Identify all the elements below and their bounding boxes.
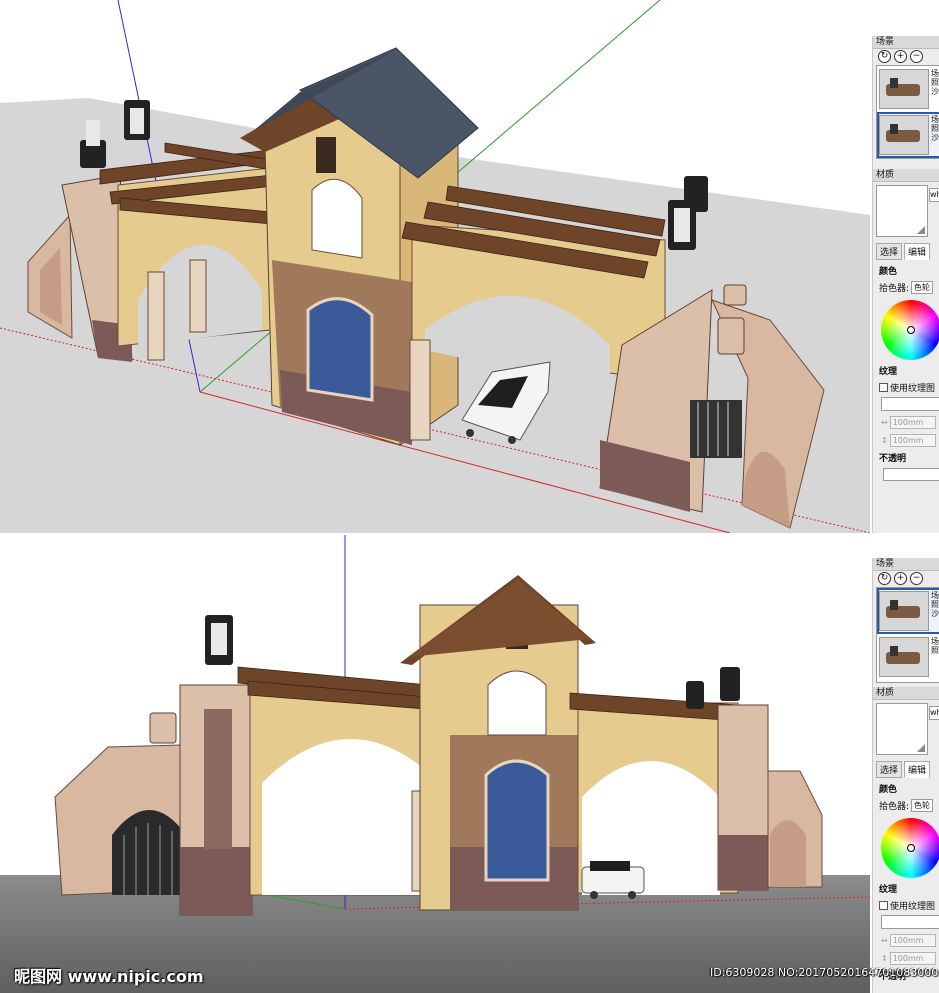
color-wheel[interactable] bbox=[881, 818, 939, 878]
picker-label: 拾色器: bbox=[879, 802, 910, 812]
image-id-watermark: ID:6309028 NO:20170520164701083000 bbox=[710, 966, 939, 979]
texture-height-input[interactable]: 100mm bbox=[889, 952, 936, 965]
texture-height-row: ↕ 100mm bbox=[881, 434, 939, 447]
scene-toolbar: ↻ + − bbox=[873, 49, 939, 63]
tab-select[interactable]: 选择 bbox=[876, 243, 903, 260]
scene-item-sub: 照 bbox=[931, 600, 939, 609]
scene-item-sub: 沙 bbox=[931, 609, 939, 618]
scene-item-label: 场 bbox=[931, 69, 939, 78]
scene-thumbnail bbox=[879, 115, 929, 155]
texture-height-input[interactable]: 100mm bbox=[889, 434, 936, 447]
scene-item[interactable]: 场照沙 bbox=[877, 66, 939, 112]
model-render-bottom bbox=[0, 535, 870, 993]
material-name-input[interactable]: wh bbox=[929, 706, 939, 720]
scene-thumbnail bbox=[879, 637, 929, 677]
texture-width-input[interactable]: 100mm bbox=[889, 416, 936, 429]
remove-scene-icon[interactable]: − bbox=[910, 49, 923, 63]
picker-row: 拾色器: 色轮 bbox=[879, 281, 939, 294]
scene-panel-title: 场景 bbox=[873, 36, 939, 49]
material-swatch[interactable] bbox=[876, 703, 928, 755]
scene-panel-title: 场景 bbox=[873, 558, 939, 571]
width-arrow-icon: ↔ bbox=[881, 418, 888, 427]
texture-width-row: ↔ 100mm bbox=[881, 416, 939, 429]
texture-label: 纹理 bbox=[879, 367, 898, 377]
scene-list: 场照沙 场照 bbox=[876, 587, 939, 683]
scene-thumbnail bbox=[879, 69, 929, 109]
add-scene-icon[interactable]: + bbox=[894, 571, 907, 585]
height-arrow-icon: ↕ bbox=[881, 954, 888, 963]
color-wheel[interactable] bbox=[881, 300, 939, 360]
scene-toolbar: ↻ + − bbox=[873, 571, 939, 585]
color-label: 颜色 bbox=[879, 785, 898, 795]
texture-width-row: ↔ 100mm bbox=[881, 934, 939, 947]
texture-height-row: ↕ 100mm bbox=[881, 952, 939, 965]
scene-item-sub: 照 bbox=[931, 78, 939, 87]
tab-edit[interactable]: 编辑 bbox=[904, 761, 931, 778]
scene-item-selected[interactable]: 场照沙 bbox=[877, 112, 939, 158]
scene-item-selected[interactable]: 场照沙 bbox=[877, 588, 939, 634]
material-panel-title: 材质 bbox=[873, 169, 939, 182]
opacity-slider[interactable] bbox=[883, 468, 939, 481]
material-name-input[interactable]: wh bbox=[929, 188, 939, 202]
remove-scene-icon[interactable]: − bbox=[910, 571, 923, 585]
width-arrow-icon: ↔ bbox=[881, 936, 888, 945]
scene-thumbnail bbox=[879, 591, 929, 631]
scene-item[interactable]: 场照 bbox=[877, 634, 939, 680]
use-texture-checkbox[interactable] bbox=[879, 383, 888, 392]
scene-item-label: 场 bbox=[931, 115, 939, 124]
car-bottom bbox=[581, 861, 645, 899]
scene-item-label: 场 bbox=[931, 637, 939, 646]
material-tabs: 选择 编辑 bbox=[876, 761, 939, 778]
texture-width-input[interactable]: 100mm bbox=[889, 934, 936, 947]
picker-row: 拾色器: 色轮 bbox=[879, 799, 939, 812]
height-arrow-icon: ↕ bbox=[881, 436, 888, 445]
use-texture-row[interactable]: 使用纹理图 bbox=[879, 899, 939, 912]
tab-select[interactable]: 选择 bbox=[876, 761, 903, 778]
scene-item-sub: 沙 bbox=[931, 133, 939, 142]
texture-label: 纹理 bbox=[879, 885, 898, 895]
scene-item-sub: 照 bbox=[931, 646, 939, 655]
material-panel-title: 材质 bbox=[873, 687, 939, 700]
tab-edit[interactable]: 编辑 bbox=[904, 243, 931, 260]
scene-item-sub: 照 bbox=[931, 124, 939, 133]
material-swatch[interactable] bbox=[876, 185, 928, 237]
use-texture-row[interactable]: 使用纹理图 bbox=[879, 381, 939, 394]
site-watermark: 昵图网 www.nipic.com bbox=[14, 967, 204, 986]
use-texture-checkbox[interactable] bbox=[879, 901, 888, 910]
scene-item-sub: 沙 bbox=[931, 87, 939, 96]
material-tabs: 选择 编辑 bbox=[876, 243, 939, 260]
texture-path-input[interactable] bbox=[881, 397, 939, 411]
side-panel-top: 场景 ↻ + − 场照沙 场照沙 材质 wh 选择 编辑 颜色 拾色器: 色轮 … bbox=[872, 36, 939, 533]
refresh-scene-icon[interactable]: ↻ bbox=[878, 571, 891, 585]
scene-item-label: 场 bbox=[931, 591, 939, 600]
opacity-label: 不透明 bbox=[879, 454, 907, 464]
texture-path-input[interactable] bbox=[881, 915, 939, 929]
add-scene-icon[interactable]: + bbox=[894, 49, 907, 63]
model-render-top bbox=[0, 0, 870, 533]
picker-select[interactable]: 色轮 bbox=[911, 281, 934, 294]
color-label: 颜色 bbox=[879, 267, 898, 277]
use-texture-label: 使用纹理图 bbox=[890, 902, 936, 912]
scene-list: 场照沙 场照沙 bbox=[876, 65, 939, 159]
picker-select[interactable]: 色轮 bbox=[911, 799, 934, 812]
side-panel-bottom: 场景 ↻ + − 场照沙 场照 材质 wh 选择 编辑 颜色 拾色器: 色轮 纹… bbox=[872, 558, 939, 993]
refresh-scene-icon[interactable]: ↻ bbox=[878, 49, 891, 63]
viewport-bottom[interactable] bbox=[0, 535, 870, 993]
use-texture-label: 使用纹理图 bbox=[890, 384, 936, 394]
viewport-top[interactable] bbox=[0, 0, 870, 533]
picker-label: 拾色器: bbox=[879, 284, 910, 294]
